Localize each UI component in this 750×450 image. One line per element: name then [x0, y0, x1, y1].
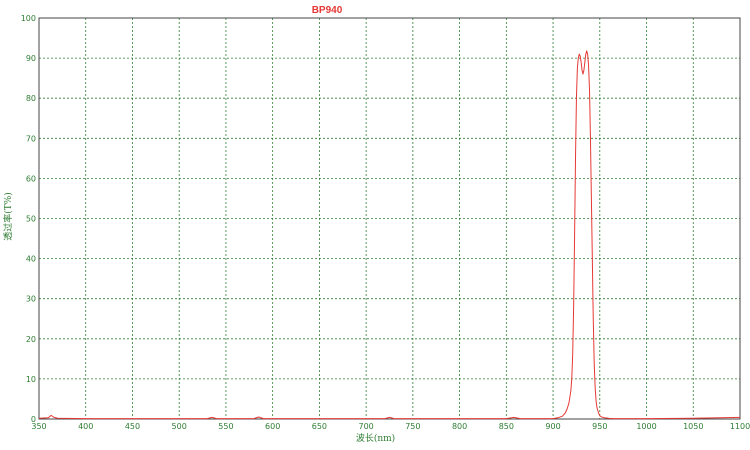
transmission-chart: 350 400 450 500 550 600 650 700 750 800 850 900 950 1…	[0, 0, 750, 445]
y-tick-label: 40	[26, 255, 36, 264]
x-tick-label: 1000	[636, 422, 656, 431]
y-tick-label: 50	[26, 215, 36, 224]
y-tick-label: 90	[26, 54, 36, 63]
chart-svg: 350 400 450 500 550 600 650 700 750 800 850 900 950 1…	[2, 5, 750, 444]
x-tick-label: 1100	[730, 422, 750, 431]
x-tick-label: 1050	[683, 422, 703, 431]
y-axis-label: 透过率(T%)	[2, 192, 14, 241]
x-tick-label: 400	[78, 422, 93, 431]
y-tick-label: 100	[21, 14, 36, 23]
x-tick-label: 600	[265, 422, 280, 431]
y-tick-label: 0	[31, 415, 36, 424]
x-tick-label: 650	[312, 422, 327, 431]
transmission-curve	[38, 50, 741, 420]
x-tick-label: 450	[125, 422, 140, 431]
chart-title: BP940	[312, 5, 343, 16]
x-tick-label: 800	[452, 422, 467, 431]
series-layer	[38, 50, 741, 420]
y-tick-label: 70	[26, 134, 36, 143]
x-tick-label: 550	[218, 422, 233, 431]
y-tick-label: 60	[26, 174, 36, 183]
x-tick-label: 950	[592, 422, 607, 431]
x-tick-label: 850	[499, 422, 514, 431]
y-tick-label: 30	[26, 295, 36, 304]
y-tick-label: 20	[26, 335, 36, 344]
grid-layer	[39, 18, 740, 419]
x-tick-label: 500	[172, 422, 187, 431]
x-axis-label: 波长(nm)	[356, 432, 395, 444]
y-tick-label: 80	[26, 94, 36, 103]
y-tick-label: 10	[26, 375, 36, 384]
x-tick-label: 700	[358, 422, 373, 431]
x-tick-label: 750	[405, 422, 420, 431]
tick-label-layer: 350 400 450 500 550 600 650 700 750 800 850 900 950 1…	[21, 14, 750, 431]
x-tick-label: 900	[545, 422, 560, 431]
